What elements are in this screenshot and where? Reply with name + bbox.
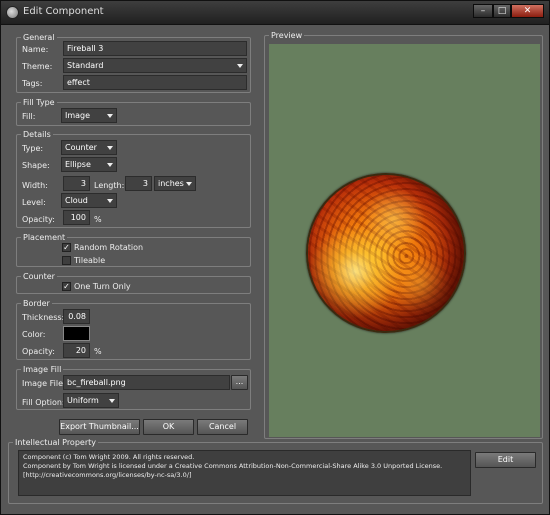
fill-option-label: Fill Option:	[22, 398, 65, 407]
general-group-title: General	[21, 32, 57, 43]
one-turn-only-label[interactable]: One Turn Only	[74, 281, 131, 292]
window-title: Edit Component	[23, 6, 104, 17]
level-label: Level:	[22, 198, 46, 207]
chevron-down-icon	[107, 163, 113, 167]
details-group: Details Type: Counter Shape: Ellipse Wid…	[16, 129, 251, 228]
image-file-field[interactable]: bc_fireball.png	[63, 375, 230, 390]
chevron-down-icon	[186, 182, 192, 186]
close-button[interactable]: ✕	[511, 4, 544, 18]
length-label: Length:	[94, 181, 125, 190]
length-field[interactable]: 3	[125, 176, 152, 191]
name-label: Name:	[22, 45, 49, 54]
width-field[interactable]: 3	[63, 176, 90, 191]
chevron-down-icon	[109, 399, 115, 403]
chevron-down-icon	[107, 146, 113, 150]
tags-label: Tags:	[22, 79, 43, 88]
border-opacity-percent: %	[94, 347, 102, 356]
type-select[interactable]: Counter	[61, 140, 117, 155]
placement-group: Placement ✓ Random Rotation Tileable	[16, 232, 251, 267]
image-fill-group-title: Image Fill	[21, 364, 64, 375]
intellectual-property-group-title: Intellectual Property	[13, 437, 98, 448]
counter-group: Counter ✓ One Turn Only	[16, 271, 251, 294]
image-fill-group: Image Fill Image File: bc_fireball.png .…	[16, 364, 251, 410]
border-group-title: Border	[21, 298, 52, 309]
placement-group-title: Placement	[21, 232, 68, 243]
tileable-checkbox[interactable]	[62, 256, 71, 265]
fill-select[interactable]: Image	[61, 108, 117, 123]
shape-select-value: Ellipse	[65, 160, 91, 169]
title-bar[interactable]: Edit Component – □ ✕	[1, 1, 549, 25]
export-thumbnail-button[interactable]: Export Thumbnail...	[59, 419, 140, 435]
app-icon	[6, 6, 19, 19]
tileable-label[interactable]: Tileable	[74, 255, 105, 266]
opacity-label: Opacity:	[22, 215, 55, 224]
license-line: Component by Tom Wright is licensed unde…	[23, 462, 443, 479]
theme-select-value: Standard	[67, 61, 104, 70]
shape-select[interactable]: Ellipse	[61, 157, 117, 172]
browse-button[interactable]: ...	[231, 375, 248, 390]
details-group-title: Details	[21, 129, 53, 140]
thickness-field[interactable]: 0.08	[63, 309, 90, 324]
tags-field[interactable]: effect	[63, 75, 247, 90]
border-opacity-field[interactable]: 20	[63, 343, 90, 358]
ok-button[interactable]: OK	[143, 419, 194, 435]
one-turn-only-checkbox[interactable]: ✓	[62, 282, 71, 291]
chevron-down-icon	[237, 64, 243, 68]
fill-select-value: Image	[65, 111, 91, 120]
random-rotation-label[interactable]: Random Rotation	[74, 242, 143, 253]
type-select-value: Counter	[65, 143, 97, 152]
unit-select[interactable]: inches	[154, 176, 196, 191]
theme-select[interactable]: Standard	[63, 58, 247, 73]
opacity-field[interactable]: 100	[63, 210, 90, 225]
license-text: Component (c) Tom Wright 2009. All right…	[18, 450, 471, 496]
fill-type-group: Fill Type Fill: Image	[16, 97, 251, 126]
intellectual-property-group: Intellectual Property Component (c) Tom …	[8, 437, 543, 504]
width-label: Width:	[22, 181, 48, 190]
fill-label: Fill:	[22, 112, 36, 121]
image-file-label: Image File:	[22, 379, 66, 388]
maximize-button[interactable]: □	[493, 4, 511, 18]
unit-select-value: inches	[158, 179, 184, 188]
general-group: General Name: Fireball 3 Theme: Standard…	[16, 32, 251, 93]
chevron-down-icon	[107, 199, 113, 203]
shape-label: Shape:	[22, 161, 50, 170]
color-label: Color:	[22, 330, 46, 339]
chevron-down-icon	[107, 114, 113, 118]
minimize-button[interactable]: –	[473, 4, 493, 18]
theme-label: Theme:	[22, 62, 53, 71]
border-group: Border Thickness: 0.08 Color: Opacity: 2…	[16, 298, 251, 360]
fireball-preview-image	[306, 173, 466, 333]
border-color-swatch[interactable]	[63, 326, 90, 341]
preview-canvas	[269, 44, 540, 437]
thickness-label: Thickness:	[22, 313, 65, 322]
counter-group-title: Counter	[21, 271, 57, 282]
random-rotation-checkbox[interactable]: ✓	[62, 243, 71, 252]
type-label: Type:	[22, 144, 44, 153]
level-select-value: Cloud	[65, 196, 88, 205]
edit-component-window: Edit Component – □ ✕ General Name: Fireb…	[0, 0, 550, 515]
border-opacity-label: Opacity:	[22, 347, 55, 356]
copyright-line: Component (c) Tom Wright 2009. All right…	[23, 453, 195, 461]
preview-group-title: Preview	[269, 30, 305, 41]
cancel-button[interactable]: Cancel	[197, 419, 248, 435]
level-select[interactable]: Cloud	[61, 193, 117, 208]
edit-ip-button[interactable]: Edit	[475, 452, 536, 468]
preview-group: Preview	[264, 30, 543, 439]
fill-option-select[interactable]: Uniform	[63, 393, 119, 408]
opacity-percent: %	[94, 215, 102, 224]
fill-type-group-title: Fill Type	[21, 97, 57, 108]
name-field[interactable]: Fireball 3	[63, 41, 247, 56]
fill-option-select-value: Uniform	[67, 396, 99, 405]
